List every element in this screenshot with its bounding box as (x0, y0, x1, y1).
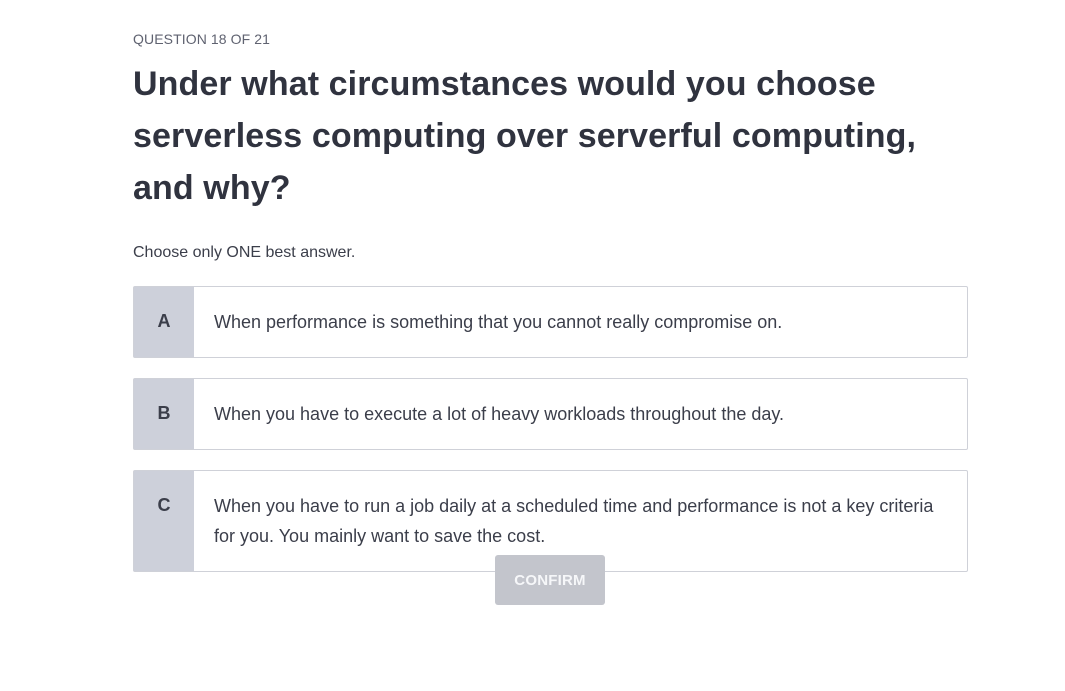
question-counter: QUESTION 18 OF 21 (133, 31, 271, 47)
option-letter: A (134, 287, 194, 357)
answer-option-b[interactable]: B When you have to execute a lot of heav… (133, 378, 968, 450)
option-letter: C (134, 471, 194, 571)
confirm-area: CONFIRM (495, 555, 605, 605)
question-title: Under what circumstances would you choos… (133, 65, 917, 207)
answer-option-a[interactable]: A When performance is something that you… (133, 286, 968, 358)
option-letter: B (134, 379, 194, 449)
answer-options: A When performance is something that you… (133, 286, 968, 572)
answer-instruction: Choose only ONE best answer. (133, 244, 356, 261)
option-text: When you have to execute a lot of heavy … (214, 404, 785, 424)
quiz-container: QUESTION 18 OF 21 Under what circumstanc… (133, 30, 968, 592)
quiz-page: QUESTION 18 OF 21 Under what circumstanc… (0, 0, 1065, 691)
confirm-button[interactable]: CONFIRM (495, 555, 605, 605)
option-text: When performance is something that you c… (214, 312, 783, 332)
